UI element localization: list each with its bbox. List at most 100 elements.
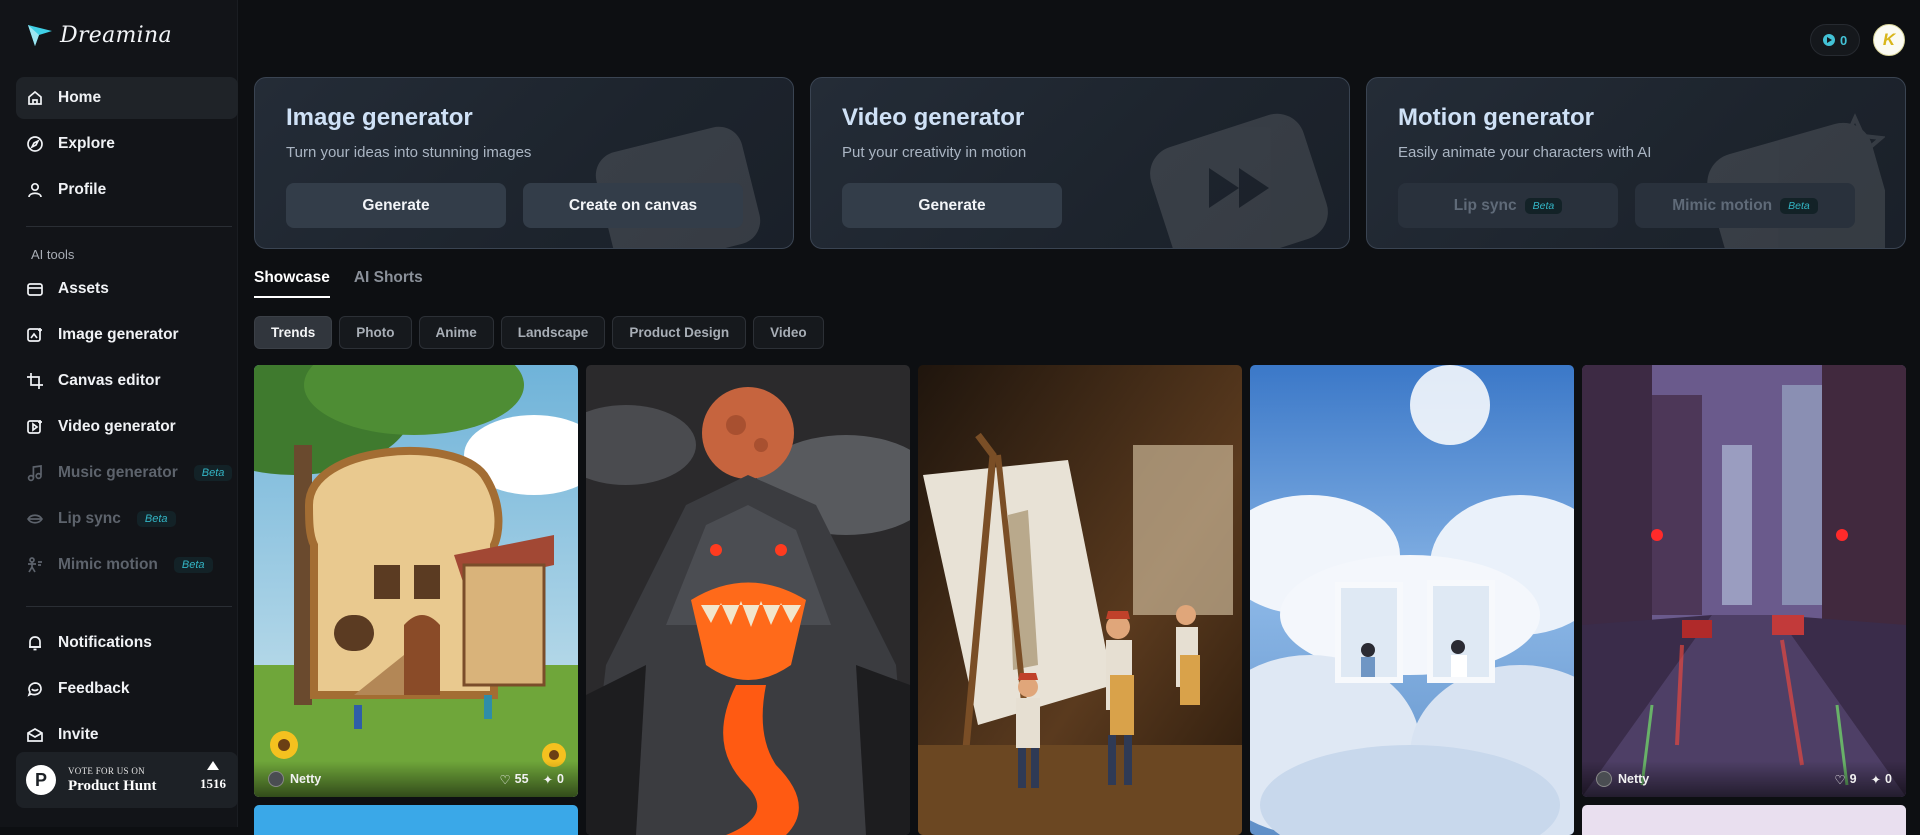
music-icon — [26, 464, 44, 482]
nav-home[interactable]: Home — [16, 77, 238, 119]
motion-generator-card: Motion generator Easily animate your cha… — [1366, 77, 1906, 249]
nav-divider — [26, 226, 232, 227]
gallery-tile-cloud-windows[interactable] — [1250, 365, 1574, 835]
likes-count: 9 — [1849, 772, 1857, 786]
product-hunt-votes[interactable]: 1516 — [200, 758, 226, 792]
nav-label: Lip sync — [58, 510, 121, 527]
gallery-tile-next[interactable] — [254, 805, 578, 835]
card-title: Image generator — [286, 104, 473, 131]
rainy-city-image — [1582, 365, 1906, 797]
bottom-nav: Notifications Feedback Invite — [16, 622, 238, 760]
credits-icon — [1823, 34, 1835, 46]
nav-feedback[interactable]: Feedback — [16, 668, 238, 710]
lava-monster-image — [586, 365, 910, 835]
remix-stat[interactable]: ✦ 0 — [543, 772, 564, 787]
heart-icon: ♡ — [1834, 772, 1846, 787]
invite-icon — [26, 726, 44, 744]
remix-count: 0 — [1885, 772, 1892, 786]
video-card-decoration-icon — [1150, 113, 1328, 248]
nav-explore[interactable]: Explore — [16, 123, 238, 165]
nav-label: Assets — [58, 280, 109, 297]
filter-product-design[interactable]: Product Design — [612, 316, 747, 349]
tools-nav: AI tools Assets Image generator Canvas e… — [16, 247, 238, 590]
nav-image-generator[interactable]: Image generator — [16, 314, 238, 356]
beta-badge: Beta — [193, 465, 233, 481]
gallery-tile-miniature-painters[interactable] — [918, 365, 1242, 835]
product-hunt-banner[interactable]: P VOTE FOR US ON Product Hunt 1516 — [16, 752, 238, 808]
nav-assets[interactable]: Assets — [16, 268, 238, 310]
filter-trends[interactable]: Trends — [254, 316, 333, 349]
beta-badge: Beta — [173, 557, 213, 573]
filter-anime[interactable]: Anime — [418, 316, 494, 349]
bread-house-image — [254, 365, 578, 797]
image-plus-icon — [26, 326, 44, 344]
image-generate-button[interactable]: Generate — [286, 183, 506, 228]
filter-video[interactable]: Video — [753, 316, 824, 349]
brand-logo[interactable]: Dreamina — [26, 22, 172, 48]
mimic-motion-button[interactable]: Mimic motion Beta — [1635, 183, 1855, 228]
nav-lip-sync[interactable]: Lip sync Beta — [16, 498, 238, 540]
card-subtitle: Easily animate your characters with AI — [1398, 144, 1652, 161]
filter-photo[interactable]: Photo — [339, 316, 412, 349]
likes-stat[interactable]: ♡ 9 — [1834, 772, 1856, 787]
nav-mimic-motion[interactable]: Mimic motion Beta — [16, 544, 238, 586]
nav-label: Profile — [58, 181, 107, 198]
nav-divider — [26, 606, 232, 607]
nav-label: Mimic motion — [58, 556, 158, 573]
nav-label: Image generator — [58, 326, 179, 343]
cloud-windows-image — [1250, 365, 1574, 835]
likes-stat[interactable]: ♡ 55 — [499, 772, 528, 787]
feedback-icon — [26, 680, 44, 698]
remix-stat[interactable]: ✦ 0 — [1871, 772, 1892, 787]
beta-badge: Beta — [1524, 197, 1563, 214]
tile-meta: Netty ♡ 9 ✦ 0 — [1582, 761, 1906, 797]
nav-invite[interactable]: Invite — [16, 714, 238, 756]
folder-icon — [26, 280, 44, 298]
miniature-painters-image — [918, 365, 1242, 835]
author-name: Netty — [1618, 772, 1650, 786]
nav-canvas-editor[interactable]: Canvas editor — [16, 360, 238, 402]
nav-video-generator[interactable]: Video generator — [16, 406, 238, 448]
nav-label: Notifications — [58, 634, 152, 651]
filter-landscape[interactable]: Landscape — [500, 316, 606, 349]
image-generator-card: Image generator Turn your ideas into stu… — [254, 77, 794, 249]
nav-label: Feedback — [58, 680, 130, 697]
motion-icon — [26, 556, 44, 574]
nav-music-generator[interactable]: Music generator Beta — [16, 452, 238, 494]
likes-count: 55 — [514, 772, 529, 786]
gallery-tile-rainy-city[interactable]: Netty ♡ 9 ✦ 0 — [1582, 365, 1906, 797]
nav-label: Video generator — [58, 418, 176, 435]
section-label-ai-tools: AI tools — [31, 247, 75, 262]
gallery-tile-next[interactable] — [1582, 805, 1906, 835]
credits-badge[interactable]: 0 — [1810, 24, 1861, 56]
gallery-tile-lava-monster[interactable] — [586, 365, 910, 835]
author-avatar — [268, 771, 284, 787]
author-name: Netty — [290, 772, 322, 786]
product-hunt-caption: VOTE FOR US ON — [68, 765, 145, 776]
showcase-tabs: Showcase AI Shorts — [254, 269, 423, 298]
crop-icon — [26, 372, 44, 390]
dreamina-logo-icon — [28, 25, 52, 46]
lip-sync-button[interactable]: Lip sync Beta — [1398, 183, 1618, 228]
compass-icon — [26, 135, 44, 153]
brand-name: Dreamina — [60, 22, 172, 48]
avatar[interactable]: K — [1873, 24, 1905, 56]
create-on-canvas-button[interactable]: Create on canvas — [523, 183, 743, 228]
tab-showcase[interactable]: Showcase — [254, 269, 330, 298]
filter-chips: Trends Photo Anime Landscape Product Des… — [254, 316, 824, 349]
credits-count: 0 — [1840, 32, 1848, 48]
author-avatar — [1596, 771, 1612, 787]
vote-count: 1516 — [200, 776, 226, 791]
video-generate-button[interactable]: Generate — [842, 183, 1062, 228]
home-icon — [26, 89, 44, 107]
gallery-tile-bread-house[interactable]: Netty ♡ 55 ✦ 0 — [254, 365, 578, 797]
lip-sync-icon — [26, 510, 44, 528]
heart-icon: ♡ — [499, 772, 511, 787]
user-icon — [26, 181, 44, 199]
tab-ai-shorts[interactable]: AI Shorts — [354, 269, 423, 298]
sparkle-icon: ✦ — [1870, 772, 1882, 787]
card-subtitle: Put your creativity in motion — [842, 144, 1027, 161]
remix-count: 0 — [557, 772, 564, 786]
nav-notifications[interactable]: Notifications — [16, 622, 238, 664]
nav-profile[interactable]: Profile — [16, 169, 238, 211]
